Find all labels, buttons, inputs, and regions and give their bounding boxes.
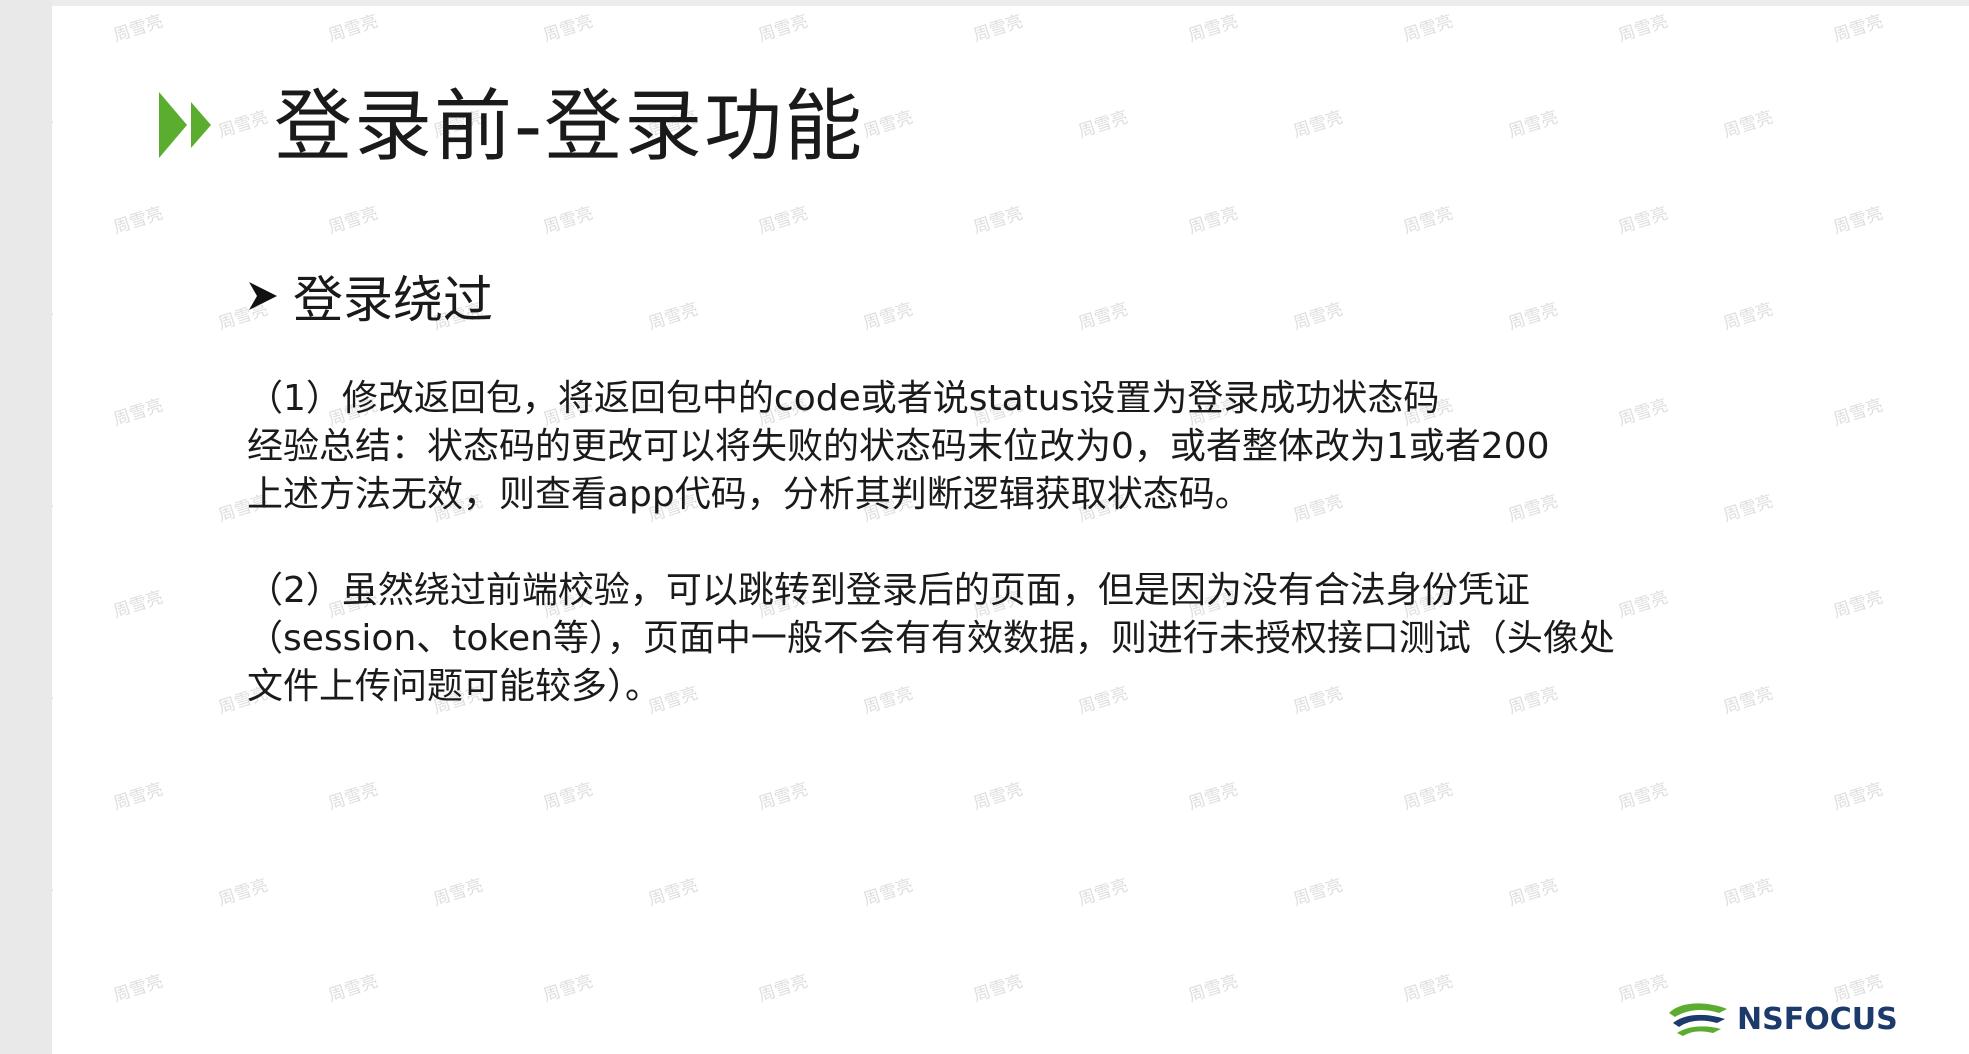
watermark-text: 周雪亮 <box>110 11 166 47</box>
watermark-text: 周雪亮 <box>1505 875 1561 911</box>
watermark-text: 周雪亮 <box>1830 779 1886 815</box>
watermark-text: 周雪亮 <box>540 11 596 47</box>
watermark-text: 周雪亮 <box>970 203 1026 239</box>
watermark-text: 周雪亮 <box>755 779 811 815</box>
watermark-text: 周雪亮 <box>52 299 56 335</box>
paragraph-2: （2）虽然绕过前端校验，可以跳转到登录后的页面，但是因为没有合法身份凭证 （se… <box>247 567 1615 711</box>
watermark-text: 周雪亮 <box>1400 779 1456 815</box>
watermark-text: 周雪亮 <box>52 683 56 719</box>
watermark-text: 周雪亮 <box>645 299 701 335</box>
arrow-bullet-icon <box>249 282 277 310</box>
watermark-text: 周雪亮 <box>110 779 166 815</box>
watermark-text: 周雪亮 <box>52 107 56 143</box>
viewer-margin <box>0 0 52 1054</box>
watermark-text: 周雪亮 <box>1615 971 1671 1007</box>
watermark-text: 周雪亮 <box>52 875 56 911</box>
watermark-text: 周雪亮 <box>1290 299 1346 335</box>
watermark-text: 周雪亮 <box>1075 875 1131 911</box>
watermark-text: 周雪亮 <box>860 299 916 335</box>
section-heading-row: 登录绕过 <box>247 260 493 332</box>
watermark-text: 周雪亮 <box>755 203 811 239</box>
watermark-text: 周雪亮 <box>1615 395 1671 431</box>
watermark-text: 周雪亮 <box>1720 683 1776 719</box>
watermark-text: 周雪亮 <box>1185 203 1241 239</box>
watermark-text: 周雪亮 <box>1290 107 1346 143</box>
watermark-text: 周雪亮 <box>215 875 271 911</box>
watermark-text: 周雪亮 <box>110 203 166 239</box>
watermark-text: 周雪亮 <box>540 779 596 815</box>
watermark-text: 周雪亮 <box>1185 11 1241 47</box>
slide-title: 登录前-登录功能 <box>274 82 865 172</box>
watermark-text: 周雪亮 <box>540 971 596 1007</box>
section-heading: 登录绕过 <box>293 271 493 329</box>
watermark-text: 周雪亮 <box>1830 203 1886 239</box>
watermark-text: 周雪亮 <box>325 779 381 815</box>
watermark-text: 周雪亮 <box>1185 971 1241 1007</box>
watermark-text: 周雪亮 <box>1075 299 1131 335</box>
watermark-text: 周雪亮 <box>1720 107 1776 143</box>
watermark-text: 周雪亮 <box>1720 299 1776 335</box>
watermark-text: 周雪亮 <box>1830 587 1886 623</box>
watermark-text: 周雪亮 <box>325 203 381 239</box>
watermark-text: 周雪亮 <box>970 11 1026 47</box>
paragraph-1-line: 经验总结：状态码的更改可以将失败的状态码末位改为0，或者整体改为1或者200 <box>247 426 1550 467</box>
watermark-text: 周雪亮 <box>1400 971 1456 1007</box>
watermark-text: 周雪亮 <box>1615 203 1671 239</box>
watermark-text: 周雪亮 <box>1185 779 1241 815</box>
watermark-text: 周雪亮 <box>110 587 166 623</box>
paragraph-1-line: 上述方法无效，则查看app代码，分析其判断逻辑获取状态码。 <box>247 474 1251 515</box>
watermark-text: 周雪亮 <box>1830 11 1886 47</box>
watermark-text: 周雪亮 <box>1400 203 1456 239</box>
watermark-text: 周雪亮 <box>1720 875 1776 911</box>
watermark-text: 周雪亮 <box>325 11 381 47</box>
watermark-text: 周雪亮 <box>970 971 1026 1007</box>
watermark-text: 周雪亮 <box>430 875 486 911</box>
watermark-text: 周雪亮 <box>970 779 1026 815</box>
watermark-text: 周雪亮 <box>1615 587 1671 623</box>
watermark-text: 周雪亮 <box>860 875 916 911</box>
nsfocus-logo: NSFOCUS <box>1667 994 1947 1044</box>
slide-viewer: 周雪亮 周雪亮 周雪亮 周雪亮 周雪亮 周雪亮 周雪亮 周雪亮 周雪亮 周雪亮 周雪亮 周雪亮 周雪亮周… <box>0 0 1969 1054</box>
watermark-text: 周雪亮 <box>1505 299 1561 335</box>
watermark-text: 周雪亮 <box>1290 875 1346 911</box>
logo-text: NSFOCUS <box>1737 1001 1898 1037</box>
watermark-text: 周雪亮 <box>110 395 166 431</box>
nsfocus-logo-icon <box>1669 1003 1727 1036</box>
watermark-text: 周雪亮 <box>540 203 596 239</box>
watermark-text: 周雪亮 <box>1400 11 1456 47</box>
watermark-text: 周雪亮 <box>110 971 166 1007</box>
watermark-text: 周雪亮 <box>1615 779 1671 815</box>
double-chevron-right-icon <box>159 92 211 158</box>
watermark-text: 周雪亮 <box>325 971 381 1007</box>
watermark-text: 周雪亮 <box>52 491 56 527</box>
watermark-text: 周雪亮 <box>860 107 916 143</box>
watermark-text: 周雪亮 <box>645 875 701 911</box>
paragraph-2-line: （session、token等），页面中一般不会有有效数据，则进行未授权接口测试… <box>247 618 1615 659</box>
paragraph-2-line: （2）虽然绕过前端校验，可以跳转到登录后的页面，但是因为没有合法身份凭证 <box>247 570 1530 611</box>
paragraph-2-line: 文件上传问题可能较多）。 <box>247 666 662 707</box>
watermark-text: 周雪亮 <box>1075 107 1131 143</box>
paragraph-1-line: （1）修改返回包，将返回包中的code或者说status设置为登录成功状态码 <box>247 378 1440 419</box>
paragraph-1: （1）修改返回包，将返回包中的code或者说status设置为登录成功状态码 经… <box>247 375 1550 519</box>
watermark-text: 周雪亮 <box>755 11 811 47</box>
watermark-text: 周雪亮 <box>755 971 811 1007</box>
watermark-text: 周雪亮 <box>1830 395 1886 431</box>
watermark-text: 周雪亮 <box>1615 11 1671 47</box>
slide: 周雪亮 周雪亮 周雪亮 周雪亮 周雪亮 周雪亮 周雪亮 周雪亮 周雪亮 周雪亮 周雪亮 周雪亮 周雪亮周… <box>52 6 1969 1054</box>
watermark-text: 周雪亮 <box>1720 491 1776 527</box>
watermark-text: 周雪亮 <box>1505 107 1561 143</box>
